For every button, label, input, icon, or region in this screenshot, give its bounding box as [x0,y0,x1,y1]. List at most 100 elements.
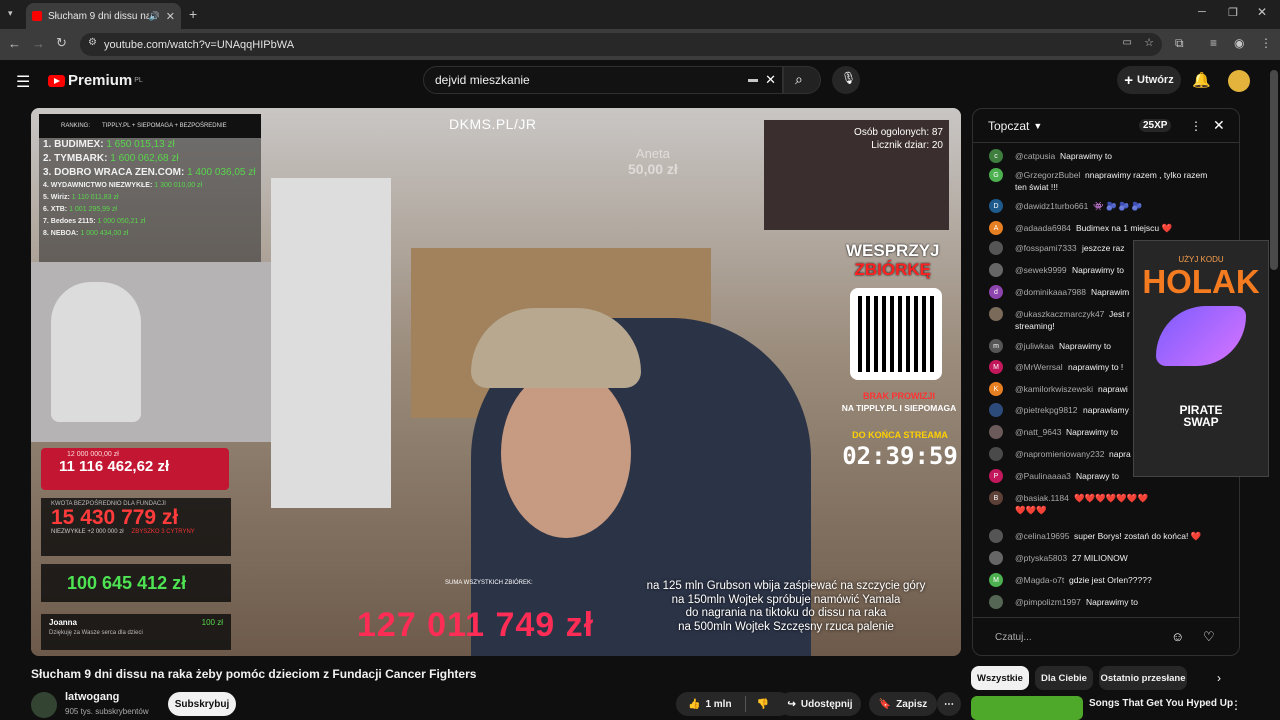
cancer-fighters-banner [271,178,391,508]
chat-avatar[interactable] [989,307,1003,321]
pirateswap-ad[interactable]: UŻYJ KODU HOLAK PIRATE SWAP [1133,240,1269,477]
chat-username[interactable]: @celina19695 [1015,531,1069,542]
chat-avatar[interactable] [989,241,1003,255]
chat-avatar[interactable]: D [989,199,1003,213]
account-avatar[interactable] [1228,70,1250,92]
extensions-icon[interactable]: ⧉ [1175,36,1184,51]
next-video-title[interactable]: Songs That Get You Hyped Up [1089,698,1233,709]
chip-for-you[interactable]: Dla Ciebie [1035,666,1093,690]
save-button[interactable]: 🔖 Zapisz [869,692,937,716]
like-count[interactable]: 1 mln [705,699,731,710]
chevron-down-icon[interactable]: ▼ [1033,121,1042,131]
new-tab-icon[interactable]: + [189,6,197,22]
chat-username[interactable]: @basiak.1184 [1015,493,1069,504]
chat-header: Topczat ▼ 25XP ⋮ ✕ [973,109,1239,143]
chat-avatar[interactable] [989,425,1003,439]
create-button[interactable]: + Utwórz [1117,66,1181,94]
channel-avatar[interactable] [31,692,57,718]
back-icon[interactable]: ← [8,36,21,51]
chat-username[interactable]: @GrzegorzBubel [1015,170,1080,181]
chat-avatar[interactable]: G [989,168,1003,182]
search-button[interactable]: ⌕ [783,66,821,94]
chat-username[interactable]: @dawidz1turbo661 [1015,201,1088,212]
youtube-logo[interactable]: Premium PL [48,72,143,89]
chevron-right-icon[interactable]: › [1217,671,1221,685]
cast-icon[interactable]: ▭ [1123,37,1132,48]
chat-username[interactable]: @ptyska5803 [1015,553,1067,564]
keyboard-icon[interactable]: ▬ [748,74,758,85]
site-info-icon[interactable]: ⚙ [88,37,97,48]
browser-tab[interactable]: Słucham 9 dni dissu na raka 🔊 ✕ [26,3,181,29]
chat-avatar[interactable] [989,551,1003,565]
chat-username[interactable]: @Paulinaaaa3 [1015,471,1071,482]
chat-avatar[interactable] [989,403,1003,417]
bookmark-star-icon[interactable]: ☆ [1144,36,1154,49]
chat-avatar[interactable]: M [989,573,1003,587]
chat-avatar[interactable]: B [989,491,1003,505]
chip-all[interactable]: Wszystkie [971,666,1029,690]
chat-avatar[interactable]: A [989,221,1003,235]
share-button[interactable]: ↪ Udostępnij [779,692,861,716]
search-input[interactable]: dejvid mieszkanie ▬ ✕ [423,66,783,94]
subscribe-button[interactable]: Subskrybuj [168,692,236,716]
heart-icon[interactable]: ♡ [1203,629,1215,645]
chat-avatar[interactable]: d [989,285,1003,299]
chat-username[interactable]: @kamilorkwiszewski [1015,384,1093,395]
clear-search-icon[interactable]: ✕ [765,72,776,88]
close-window-icon[interactable]: ✕ [1257,5,1267,19]
notifications-bell-icon[interactable]: 🔔 [1192,71,1211,89]
profile-icon[interactable]: ◉ [1234,36,1244,50]
like-icon[interactable]: 👍 [688,699,700,710]
chat-username[interactable]: @natt_9643 [1015,427,1061,438]
tab-list-icon[interactable]: ▾ [8,8,13,19]
address-bar[interactable]: ⚙ youtube.com/watch?v=UNAqqHIPbWA ▭ ☆ [80,33,1162,56]
dislike-icon[interactable]: 👎 [757,699,769,710]
forward-icon[interactable]: → [32,36,45,51]
voice-search-button[interactable]: 🎙 [832,66,860,94]
chat-avatar[interactable]: m [989,339,1003,353]
audio-playing-icon[interactable]: 🔊 [149,11,160,22]
chat-avatar[interactable]: M [989,360,1003,374]
media-controls-icon[interactable]: ≡ [1210,36,1217,50]
emoji-icon[interactable]: ☺ [1171,629,1184,644]
chat-avatar[interactable] [989,529,1003,543]
next-video-menu-icon[interactable]: ⋮ [1230,698,1242,712]
close-chat-icon[interactable]: ✕ [1213,117,1225,134]
tab-close-icon[interactable]: ✕ [166,10,175,23]
chat-input[interactable]: Czatuj... [995,632,1032,643]
chat-text: streaming! [1015,321,1055,331]
chat-username[interactable]: @Magda-o7t [1015,575,1064,586]
video-player[interactable]: RANKING: TIPPLY.PL + SIEPOMAGA + BEZPOŚR… [31,108,961,656]
chat-username[interactable]: @adaada6984 [1015,223,1071,234]
reload-icon[interactable]: ↻ [56,35,67,51]
chat-text: Naprawimy to [1059,341,1111,351]
chat-avatar[interactable] [989,595,1003,609]
chat-username[interactable]: @ukaszkaczmarczyk47 [1015,309,1104,320]
chat-avatar[interactable] [989,263,1003,277]
more-actions-button[interactable]: ⋯ [937,692,961,716]
chat-menu-icon[interactable]: ⋮ [1190,119,1202,133]
chat-avatar[interactable]: K [989,382,1003,396]
hamburger-menu-icon[interactable]: ☰ [16,72,30,92]
chip-recently-uploaded[interactable]: Ostatnio przesłane [1099,666,1187,690]
chat-mode-select[interactable]: Topczat [988,119,1029,133]
chat-username[interactable]: @juliwkaa [1015,341,1054,352]
next-video-thumbnail[interactable] [971,696,1083,720]
browser-menu-icon[interactable]: ⋮ [1260,36,1272,50]
chat-username[interactable]: @pietrekpg9812 [1015,405,1078,416]
chat-username[interactable]: @napromieniowany232 [1015,449,1104,460]
chat-avatar[interactable]: c [989,149,1003,163]
xp-badge[interactable]: 25XP [1139,119,1172,132]
chat-avatar[interactable]: P [989,469,1003,483]
chat-username[interactable]: @dominikaaa7988 [1015,287,1086,298]
chat-username[interactable]: @pimpolizm1997 [1015,597,1081,608]
channel-name[interactable]: latwogang [65,691,119,703]
chat-username[interactable]: @sewek9999 [1015,265,1067,276]
page-scrollbar[interactable] [1270,70,1278,270]
chat-avatar[interactable] [989,447,1003,461]
chat-username[interactable]: @fosspami7333 [1015,243,1077,254]
chat-username[interactable]: @MrWerrsal [1015,362,1063,373]
chat-username[interactable]: @catpusia [1015,151,1055,162]
maximize-icon[interactable]: ❐ [1228,6,1238,19]
minimize-icon[interactable]: ─ [1198,6,1206,18]
